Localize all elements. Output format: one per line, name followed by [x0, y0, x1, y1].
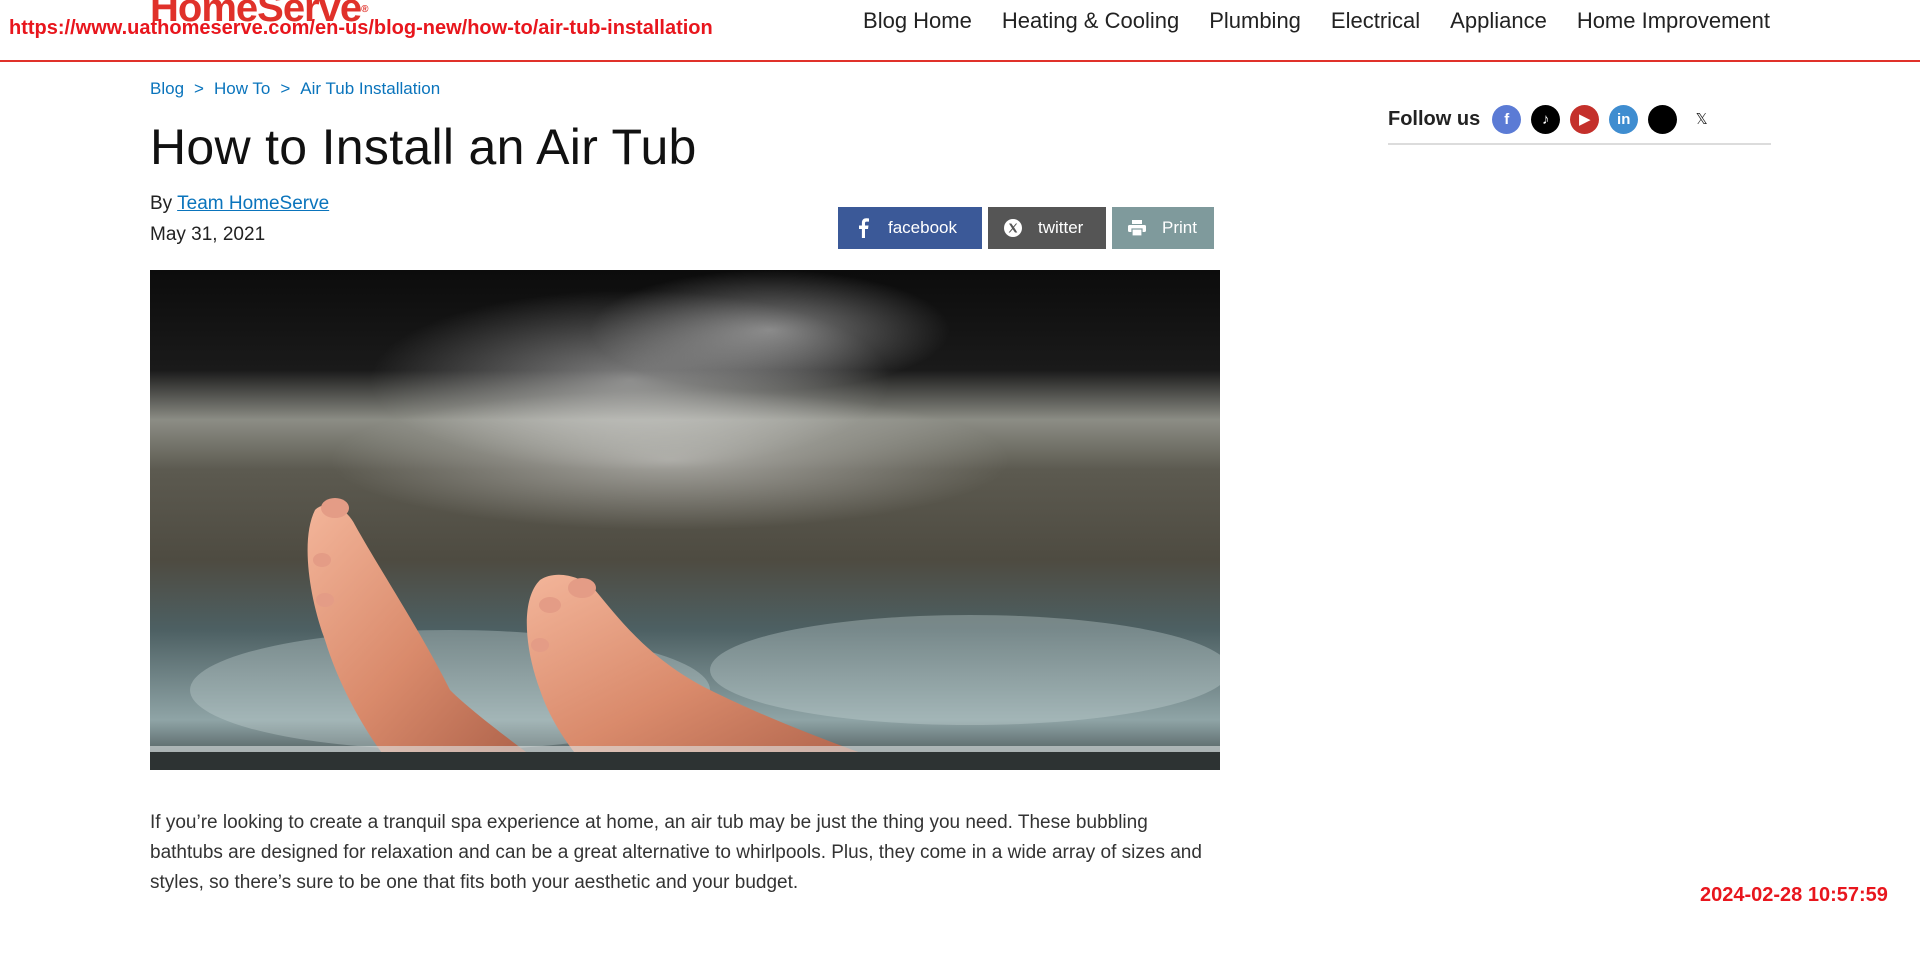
breadcrumb: Blog > How To > Air Tub Installation	[150, 79, 440, 99]
linkedin-icon[interactable]: in	[1609, 104, 1639, 134]
share-facebook-label: facebook	[888, 218, 957, 237]
youtube-icon[interactable]: ▶	[1570, 104, 1600, 134]
share-twitter-label: twitter	[1038, 218, 1084, 237]
breadcrumb-separator: >	[280, 79, 291, 98]
article-date: May 31, 2021	[150, 224, 266, 245]
printer-icon	[1112, 220, 1162, 236]
nav-home-improvement[interactable]: Home Improvement	[1577, 8, 1770, 34]
article-byline: By Team HomeServe	[150, 193, 329, 215]
nav-electrical[interactable]: Electrical	[1331, 8, 1420, 34]
facebook-icon	[838, 218, 888, 238]
share-facebook-button[interactable]: facebook	[838, 207, 982, 249]
share-twitter-button[interactable]: twitter	[988, 207, 1106, 249]
main-nav: Blog Home Heating & Cooling Plumbing Ele…	[863, 8, 1770, 34]
breadcrumb-blog[interactable]: Blog	[150, 79, 184, 99]
capture-url-overlay: https://www.uathomeserve.com/en-us/blog-…	[9, 17, 713, 39]
article-title: How to Install an Air Tub	[150, 119, 697, 175]
print-button[interactable]: Print	[1112, 207, 1214, 249]
follow-us-bar: Follow us f ♪ ▶ in 𝕏	[1388, 95, 1771, 145]
breadcrumb-air-tub-installation[interactable]: Air Tub Installation	[300, 79, 440, 99]
x-icon[interactable]: 𝕏	[1687, 104, 1717, 134]
threads-icon[interactable]	[1648, 104, 1678, 134]
author-link[interactable]: Team HomeServe	[177, 193, 329, 214]
capture-timestamp-overlay: 2024-02-28 10:57:59	[1700, 884, 1888, 906]
print-label: Print	[1162, 218, 1197, 237]
nav-heating-cooling[interactable]: Heating & Cooling	[1002, 8, 1179, 34]
hero-image-feet-in-air-tub	[150, 270, 1220, 770]
byline-prefix: By	[150, 193, 173, 214]
logo-registered-mark: ®	[361, 4, 368, 15]
follow-us-label: Follow us	[1388, 107, 1481, 130]
nav-plumbing[interactable]: Plumbing	[1209, 8, 1301, 34]
x-icon	[988, 218, 1038, 238]
article-intro-paragraph: If you’re looking to create a tranquil s…	[150, 812, 1202, 893]
nav-blog-home[interactable]: Blog Home	[863, 8, 972, 34]
nav-appliance[interactable]: Appliance	[1450, 8, 1547, 34]
facebook-icon[interactable]: f	[1492, 104, 1522, 134]
breadcrumb-separator: >	[194, 79, 204, 98]
tiktok-icon[interactable]: ♪	[1531, 104, 1561, 134]
breadcrumb-how-to[interactable]: How To	[214, 79, 270, 99]
